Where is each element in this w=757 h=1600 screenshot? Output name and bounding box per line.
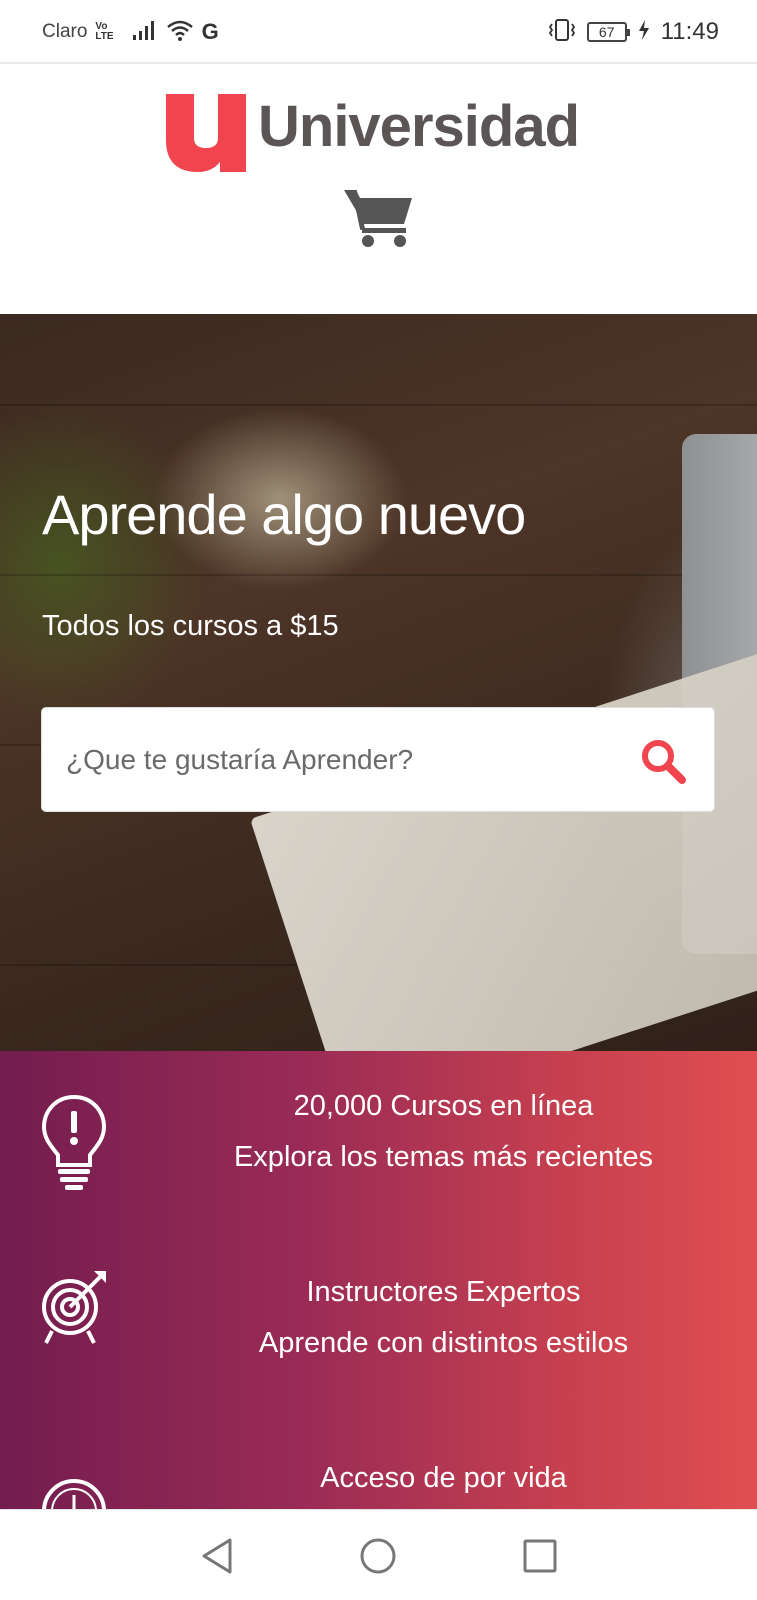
- recents-icon[interactable]: [518, 1534, 562, 1578]
- site-header: Universidad: [0, 64, 757, 314]
- logo-mark: [166, 94, 250, 172]
- search-input[interactable]: [66, 708, 626, 811]
- lightbulb-icon: [40, 1093, 108, 1193]
- wifi-icon: [166, 18, 194, 47]
- status-left: Claro Vo LTE G: [42, 18, 219, 46]
- hero-title: Aprende algo nuevo: [42, 483, 526, 546]
- status-bar: Claro Vo LTE G 67 11:49: [0, 0, 757, 64]
- back-icon[interactable]: [196, 1534, 240, 1578]
- clock-icon: [40, 1473, 108, 1509]
- feature-title: Acceso de por vida: [320, 1462, 567, 1494]
- feature-title: Instructores Expertos: [306, 1276, 581, 1308]
- charging-icon: [637, 19, 651, 46]
- vibrate-icon: [547, 18, 577, 47]
- feature-subtitle: Explora los temas más recientes: [233, 1141, 654, 1173]
- wood-line: [0, 574, 757, 576]
- network-type: G: [201, 19, 219, 44]
- feature-subtitle: Aprende con distintos estilos: [258, 1327, 629, 1359]
- system-nav-bar: [0, 1509, 757, 1600]
- search-box: [41, 707, 715, 812]
- battery-indicator: 67: [586, 22, 630, 42]
- logo-text: Universidad: [258, 94, 580, 159]
- hero-subtitle: Todos los cursos a $15: [42, 610, 339, 642]
- volte-bottom: LTE: [95, 31, 114, 42]
- hero-banner: Aprende algo nuevo Todos los cursos a $1…: [0, 314, 757, 1051]
- home-icon[interactable]: [356, 1534, 400, 1578]
- search-icon[interactable]: [638, 736, 688, 786]
- feature-title: 20,000 Cursos en línea: [293, 1090, 594, 1122]
- carrier-name: Claro: [42, 21, 88, 42]
- clock: 11:49: [660, 18, 719, 45]
- status-right: 67 11:49: [547, 18, 719, 46]
- signal-icon: [132, 19, 158, 46]
- feature-text: Acceso de por vida: [130, 1453, 757, 1504]
- volte-indicator: Vo LTE: [95, 22, 113, 42]
- cart-icon[interactable]: [342, 186, 416, 248]
- features-section: 20,000 Cursos en línea Explora los temas…: [0, 1051, 757, 1509]
- feature-text: Instructores Expertos Aprende con distin…: [130, 1267, 757, 1369]
- wood-line: [0, 404, 757, 406]
- logo[interactable]: Universidad: [166, 94, 580, 172]
- target-icon: [40, 1269, 108, 1369]
- feature-text: 20,000 Cursos en línea Explora los temas…: [130, 1081, 757, 1183]
